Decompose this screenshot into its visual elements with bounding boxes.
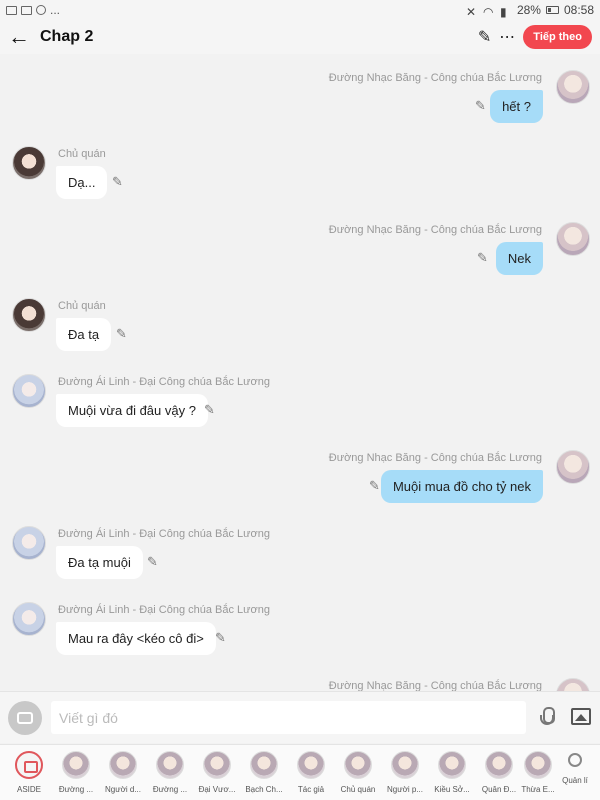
character-avatar (524, 751, 552, 779)
edit-message-icon[interactable]: ✎ (204, 402, 215, 418)
more-options-icon[interactable]: ⋯ (499, 27, 515, 47)
character-aside[interactable]: ASIDE (6, 751, 52, 794)
sender-name: Đường Ái Linh - Đại Công chúa Bắc Lương (58, 376, 270, 388)
sender-avatar[interactable] (556, 678, 590, 691)
image-icon[interactable] (571, 708, 591, 725)
character-label: Kiều Sở... (434, 785, 470, 794)
sender-name: Đường Nhạc Băng - Công chúa Bắc Lương (328, 224, 542, 236)
character-avatar (156, 751, 184, 779)
edit-message-icon[interactable]: ✎ (147, 554, 158, 570)
sender-name: Đường Nhạc Băng - Công chúa Bắc Lương (328, 452, 542, 464)
character-avatar (62, 751, 90, 779)
message-type-button[interactable] (8, 701, 42, 735)
character-item[interactable]: Người d... (100, 751, 146, 794)
status-bar: ... ✕ ◠ ▮ 28% 08:58 (0, 0, 600, 20)
sender-avatar[interactable] (556, 450, 590, 484)
sender-avatar[interactable] (12, 146, 46, 180)
wifi-icon: ◠ (482, 5, 494, 19)
sender-avatar[interactable] (12, 298, 46, 332)
message-input[interactable] (51, 701, 526, 734)
mail-icon (6, 5, 17, 15)
battery-percent: 28% (516, 3, 541, 17)
character-label: Người d... (105, 785, 141, 794)
message-bubble[interactable]: Đa tạ muội (56, 546, 143, 579)
aside-icon (15, 751, 43, 779)
sender-name: Đường Ái Linh - Đại Công chúa Bắc Lương (58, 528, 270, 540)
character-avatar (297, 751, 325, 779)
message-bubble[interactable]: Đa tạ (56, 318, 112, 351)
edit-message-icon[interactable]: ✎ (369, 478, 380, 494)
edit-message-icon[interactable]: ✎ (116, 326, 127, 342)
microphone-icon[interactable] (540, 707, 555, 729)
manage-label: Quản lí (562, 776, 588, 785)
character-avatar (438, 751, 466, 779)
sender-name: Đường Nhạc Băng - Công chúa Bắc Lương (328, 72, 542, 84)
user-settings-icon (568, 753, 582, 767)
chat-area[interactable]: Đường Nhạc Băng - Công chúa Bắc Lương ✎ … (0, 54, 600, 691)
news-icon (21, 5, 32, 15)
message-bubble[interactable]: hết ? (490, 90, 543, 123)
chat-bubble-icon (17, 712, 33, 724)
character-avatar (391, 751, 419, 779)
character-item[interactable]: Tác giả (288, 751, 334, 794)
notification-icons: ... (6, 3, 60, 17)
character-label: Người p... (387, 785, 423, 794)
sender-avatar[interactable] (12, 602, 46, 636)
edit-message-icon[interactable]: ✎ (215, 630, 226, 646)
page-title: Chap 2 (40, 28, 94, 45)
sender-name: Đường Nhạc Băng - Công chúa Bắc Lương (328, 680, 542, 691)
character-item[interactable]: Chủ quán (335, 751, 381, 794)
sender-avatar[interactable] (12, 526, 46, 560)
character-item[interactable]: Thừa E... (519, 751, 557, 794)
character-label: Bạch Ch... (245, 785, 283, 794)
edit-message-icon[interactable]: ✎ (112, 174, 123, 190)
character-avatar (109, 751, 137, 779)
character-item[interactable]: Đường ... (53, 751, 99, 794)
character-item[interactable]: Bạch Ch... (241, 751, 287, 794)
character-label: Đường ... (152, 785, 188, 794)
character-avatar (250, 751, 278, 779)
edit-message-icon[interactable]: ✎ (477, 250, 488, 266)
message-bubble[interactable]: Muội vừa đi đâu vậy ? (56, 394, 208, 427)
more-notifications-icon: ... (50, 3, 61, 17)
message-bubble[interactable]: Nek (495, 242, 543, 275)
character-item[interactable]: Quân Đ... (476, 751, 522, 794)
character-label: ASIDE (16, 785, 41, 794)
sender-name: Chủ quán (58, 300, 106, 312)
edit-pencil-icon[interactable]: ✎ (478, 27, 491, 47)
character-avatar (485, 751, 513, 779)
top-bar: ← Chap 2 ✎ ⋯ Tiếp theo (0, 20, 600, 54)
character-avatar (344, 751, 372, 779)
next-chapter-button[interactable]: Tiếp theo (523, 25, 592, 49)
app-icon (36, 5, 46, 15)
character-item[interactable]: Đường ... (147, 751, 193, 794)
sender-name: Đường Ái Linh - Đại Công chúa Bắc Lương (58, 604, 270, 616)
sender-avatar[interactable] (12, 374, 46, 408)
character-avatar (203, 751, 231, 779)
character-label: Quân Đ... (481, 785, 517, 794)
battery-icon (545, 6, 559, 14)
compose-bar (0, 691, 600, 743)
message-bubble[interactable]: Mau ra đây <kéo cô đi> (56, 622, 216, 655)
edit-message-icon[interactable]: ✎ (475, 98, 486, 114)
character-label: Đường ... (58, 785, 94, 794)
message-bubble[interactable]: Dạ... (56, 166, 108, 199)
sender-avatar[interactable] (556, 70, 590, 104)
clock: 08:58 (563, 3, 594, 17)
character-item[interactable]: Đại Vươ... (194, 751, 240, 794)
character-item[interactable]: Người p... (382, 751, 428, 794)
character-label: Đại Vươ... (198, 785, 236, 794)
character-label: Chủ quán (340, 785, 376, 794)
message-bubble[interactable]: Muội mua đồ cho tỷ nek (380, 470, 543, 503)
manage-characters-button[interactable]: Quản lí (560, 753, 590, 785)
character-label: Tác giả (297, 785, 325, 794)
back-arrow-icon[interactable]: ← (8, 26, 30, 48)
character-item[interactable]: Kiều Sở... (429, 751, 475, 794)
mute-icon: ✕ (465, 5, 476, 19)
sender-avatar[interactable] (556, 222, 590, 256)
signal-icon: ▮ (499, 5, 507, 19)
character-label: Thừa E... (521, 785, 555, 794)
character-selector: ASIDE Đường ... Người d... Đường ... Đại… (0, 744, 600, 800)
sender-name: Chủ quán (58, 148, 106, 160)
